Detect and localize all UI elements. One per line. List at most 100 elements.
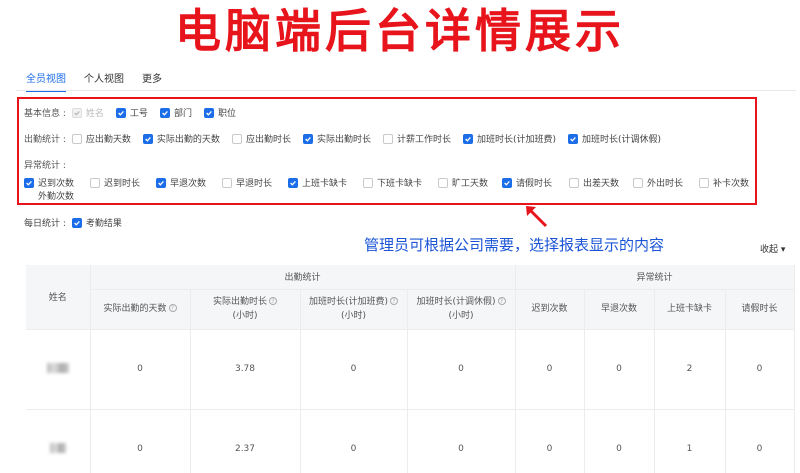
checkbox-actual-days[interactable]: 实际出勤的天数 bbox=[142, 132, 220, 145]
table-cell: 2.37 bbox=[190, 409, 301, 473]
checkbox-box bbox=[569, 177, 579, 188]
col-header-unit: (小时) bbox=[448, 311, 474, 321]
table-cell: 0 bbox=[407, 409, 516, 473]
col-header: 请假时长 bbox=[725, 289, 795, 330]
checkbox-label: 姓名 bbox=[85, 109, 104, 119]
table-cell: 2 bbox=[654, 329, 726, 410]
checkbox-label: 实际出勤时长 bbox=[316, 135, 371, 145]
checkbox-early-hours[interactable]: 早退时长 bbox=[222, 176, 272, 189]
tab-all-staff[interactable]: 全员视图 bbox=[26, 70, 66, 92]
help-icon[interactable]: ? bbox=[168, 304, 177, 312]
checkbox-late-hours[interactable]: 迟到时长 bbox=[90, 176, 140, 189]
table-cell: 3.78 bbox=[190, 329, 301, 410]
checkbox-label: 早退次数 bbox=[170, 179, 207, 189]
checkbox-expected-days[interactable]: 应出勤天数 bbox=[71, 132, 131, 145]
view-tabs: 全员视图 个人视图 更多 bbox=[26, 70, 162, 92]
checkbox-expected-hours[interactable]: 应出勤时长 bbox=[231, 132, 291, 145]
table-cell: 0 bbox=[584, 329, 655, 410]
checkbox-label: 部门 bbox=[173, 109, 192, 119]
check-icon bbox=[24, 177, 34, 188]
check-icon bbox=[288, 177, 298, 188]
help-icon[interactable]: ? bbox=[269, 297, 277, 305]
check-icon bbox=[159, 107, 170, 118]
filter-label-attendance: 出勤统计 : bbox=[24, 135, 66, 145]
pointer-arrow-icon bbox=[526, 206, 548, 228]
checkbox-missing-in[interactable]: 上班卡缺卡 bbox=[288, 176, 347, 189]
check-icon[interactable] bbox=[71, 217, 82, 228]
checkbox-trip-days[interactable]: 出差天数 bbox=[569, 176, 619, 189]
table-cell: 0 bbox=[725, 329, 795, 410]
tab-personal[interactable]: 个人视图 bbox=[84, 70, 124, 92]
checkbox-position[interactable]: 职位 bbox=[203, 106, 236, 119]
checkbox-box bbox=[71, 133, 82, 144]
col-header: 实际出勤时长? (小时) bbox=[190, 289, 301, 330]
check-icon bbox=[568, 133, 579, 144]
table-cell: 0 bbox=[300, 409, 408, 473]
checkbox-overtime-leave[interactable]: 加班时长(计调休假) bbox=[568, 132, 661, 145]
checkbox-label: 迟到次数 bbox=[38, 179, 75, 189]
filter-label-abnormal-wrap: 异常统计 : bbox=[24, 158, 72, 171]
checkbox-outing-hours[interactable]: 外出时长 bbox=[633, 176, 683, 189]
checkbox-actual-hours[interactable]: 实际出勤时长 bbox=[302, 132, 371, 145]
blurred-name bbox=[49, 442, 66, 453]
checkbox-field-count[interactable]: 外勤次数 bbox=[38, 189, 74, 202]
table-row: 0 3.78 0 0 0 0 2 0 bbox=[26, 329, 795, 410]
checkbox-label: 实际出勤的天数 bbox=[156, 135, 220, 145]
checkbox-label: 外勤次数 bbox=[38, 192, 75, 202]
col-header-label: 实际出勤时长 bbox=[212, 297, 267, 307]
checkbox-overtime-pay[interactable]: 加班时长(计加班费) bbox=[462, 132, 557, 145]
filter-row-attendance: 出勤统计 : 应出勤天数 实际出勤的天数 应出勤时长 实际出勤时长 计薪工作时长… bbox=[24, 132, 673, 145]
annotation-note: 管理员可根据公司需要，选择报表显示的内容 bbox=[364, 236, 665, 254]
checkbox-leave-hours[interactable]: 请假时长 bbox=[502, 176, 552, 189]
checkbox-box bbox=[633, 177, 643, 188]
table-cell: 0 bbox=[407, 329, 516, 410]
checkbox-label: 旷工天数 bbox=[452, 179, 489, 189]
col-header: 加班时长(计调休假)? (小时) bbox=[407, 289, 516, 330]
checkbox-label: 早退时长 bbox=[236, 179, 273, 189]
checkbox-label: 上班卡缺卡 bbox=[302, 179, 348, 189]
checkbox-makeup-count[interactable]: 补卡次数 bbox=[699, 176, 749, 189]
checkbox-late-count[interactable]: 迟到次数 bbox=[24, 176, 74, 189]
checkbox-box bbox=[231, 133, 242, 144]
checkbox-box bbox=[699, 177, 709, 188]
checkbox-name: 姓名 bbox=[71, 106, 104, 119]
col-header: 加班时长(计加班费)? (小时) bbox=[300, 289, 408, 330]
checkbox-early-count[interactable]: 早退次数 bbox=[156, 176, 206, 189]
filter-label-daily: 每日统计 : bbox=[24, 219, 66, 229]
table-cell: 0 bbox=[90, 329, 191, 410]
help-icon[interactable]: ? bbox=[390, 297, 399, 305]
table-cell: 0 bbox=[725, 409, 795, 473]
checkbox-absent-days[interactable]: 旷工天数 bbox=[438, 176, 488, 189]
help-icon[interactable]: ? bbox=[497, 297, 506, 305]
check-icon bbox=[462, 133, 473, 144]
check-icon bbox=[142, 133, 153, 144]
checkbox-label: 职位 bbox=[217, 109, 236, 119]
check-icon bbox=[156, 177, 166, 188]
check-icon bbox=[115, 107, 126, 118]
checkbox-paid-hours[interactable]: 计薪工作时长 bbox=[382, 132, 451, 145]
checkbox-missing-out[interactable]: 下班卡缺卡 bbox=[363, 176, 422, 189]
filter-row-daily: 每日统计 : 考勤结果 bbox=[24, 216, 122, 229]
filter-row-basic: 基本信息 : 姓名 工号 部门 职位 bbox=[24, 106, 248, 119]
check-icon bbox=[502, 177, 512, 188]
col-header-unit: (小时) bbox=[232, 311, 258, 321]
group-header-attendance: 出勤统计 bbox=[90, 265, 516, 290]
banner-title: 电脑端后台详情展示 bbox=[175, 4, 625, 58]
collapse-toggle[interactable]: 收起 ▾ bbox=[760, 242, 785, 255]
col-header: 迟到次数 bbox=[515, 289, 585, 330]
filter-label-abnormal: 异常统计 : bbox=[24, 161, 66, 171]
checkbox-employee-id[interactable]: 工号 bbox=[115, 106, 148, 119]
tab-more[interactable]: 更多 bbox=[142, 70, 162, 92]
checkbox-label: 出差天数 bbox=[583, 179, 620, 189]
table-cell: 0 bbox=[515, 409, 585, 473]
checkbox-label: 应出勤时长 bbox=[245, 135, 291, 145]
table-cell: 0 bbox=[90, 409, 191, 473]
col-header-label: 加班时长(计加班费) bbox=[308, 297, 389, 307]
checkbox-department[interactable]: 部门 bbox=[159, 106, 192, 119]
col-header: 上班卡缺卡 bbox=[654, 289, 726, 330]
col-header-label: 加班时长(计调休假) bbox=[416, 297, 496, 307]
check-icon bbox=[302, 133, 313, 144]
checkbox-label: 加班时长(计加班费) bbox=[476, 135, 557, 145]
filter-row-abnormal: 迟到次数 迟到时长 早退次数 早退时长 上班卡缺卡 下班卡缺卡 旷工天数 请假时… bbox=[24, 176, 754, 202]
checkbox-box bbox=[382, 133, 393, 144]
